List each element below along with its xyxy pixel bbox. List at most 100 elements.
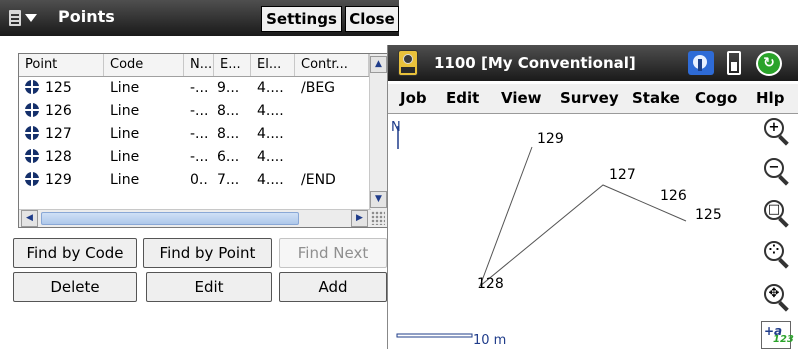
table-row[interactable]: 129 Line 0.. 7... 4.... /END bbox=[19, 169, 369, 192]
elevation-cell: 4.... bbox=[257, 103, 284, 119]
document-menu-icon[interactable] bbox=[3, 4, 53, 32]
point-label-126[interactable]: 126 bbox=[660, 188, 687, 204]
scale-bar: 10 m bbox=[396, 333, 506, 348]
table-row[interactable]: 128 Line -... 6... 4.... bbox=[19, 146, 369, 169]
easting-cell: 6... bbox=[217, 149, 240, 165]
point-cell: 127 bbox=[19, 123, 97, 146]
code-cell: Line bbox=[110, 126, 140, 142]
scroll-right-icon[interactable]: ▶ bbox=[351, 210, 368, 227]
elevation-cell: 4.... bbox=[257, 126, 284, 142]
point-labels-icon[interactable]: +a 123 bbox=[761, 321, 794, 349]
zoom-extents-icon[interactable]: □ bbox=[761, 198, 791, 228]
scroll-left-icon[interactable]: ◀ bbox=[21, 210, 38, 227]
column-header-control[interactable]: Contr... bbox=[295, 54, 369, 76]
menu-bar: Job Edit View Survey Stake Cogo Hlp bbox=[388, 84, 798, 114]
point-cell: 128 bbox=[19, 146, 97, 169]
horizontal-scrollbar[interactable]: ◀ ▶ bbox=[19, 209, 371, 227]
menu-help[interactable]: Hlp bbox=[756, 89, 784, 107]
vertical-scrollbar[interactable]: ▲ ▼ bbox=[369, 54, 387, 227]
northing-cell: -... bbox=[190, 80, 209, 96]
window-title: Points bbox=[58, 7, 115, 26]
elevation-cell: 4.... bbox=[257, 149, 284, 165]
table-header: Point Code N... E... El... Contr... bbox=[19, 54, 369, 77]
scroll-down-icon[interactable]: ▼ bbox=[370, 191, 387, 208]
menu-cogo[interactable]: Cogo bbox=[695, 89, 737, 107]
easting-cell: 8... bbox=[217, 103, 240, 119]
connection-icon[interactable] bbox=[688, 51, 714, 75]
scroll-up-icon[interactable]: ▲ bbox=[370, 56, 387, 73]
menu-stake[interactable]: Stake bbox=[632, 89, 680, 107]
map-view[interactable]: N 129 127 126 125 128 10 m + − □ ⁘ ✥ +a … bbox=[388, 114, 798, 349]
easting-cell: 7... bbox=[217, 172, 240, 188]
code-cell: Line bbox=[110, 149, 140, 165]
column-header-code[interactable]: Code bbox=[104, 54, 184, 76]
point-label-125[interactable]: 125 bbox=[695, 207, 722, 223]
north-arrow: N bbox=[391, 120, 401, 149]
easting-cell: 9... bbox=[217, 80, 240, 96]
find-by-point-button[interactable]: Find by Point bbox=[143, 238, 272, 268]
zoom-in-icon[interactable]: + bbox=[761, 116, 791, 146]
point-cell: 125 bbox=[19, 77, 97, 100]
table-row[interactable]: 125 Line -... 9... 4.... /BEG bbox=[19, 77, 369, 100]
northing-cell: -... bbox=[190, 126, 209, 142]
settings-button[interactable]: Settings bbox=[261, 6, 342, 32]
northing-cell: 0.. bbox=[190, 172, 208, 188]
control-cell bbox=[295, 123, 369, 146]
survey-line bbox=[478, 146, 687, 288]
point-cell: 129 bbox=[19, 169, 97, 192]
zoom-window-icon[interactable]: ⁘ bbox=[761, 239, 791, 269]
find-by-code-button[interactable]: Find by Code bbox=[13, 238, 137, 268]
point-icon bbox=[25, 80, 39, 94]
add-button[interactable]: Add bbox=[279, 272, 387, 302]
instrument-icon[interactable] bbox=[398, 50, 418, 76]
point-label-127[interactable]: 127 bbox=[609, 167, 636, 183]
menu-job[interactable]: Job bbox=[400, 89, 427, 107]
menu-view[interactable]: View bbox=[501, 89, 542, 107]
control-cell: /END bbox=[301, 172, 336, 188]
code-cell: Line bbox=[110, 103, 140, 119]
battery-icon[interactable] bbox=[727, 51, 741, 75]
column-header-point[interactable]: Point bbox=[19, 54, 104, 76]
northing-cell: -... bbox=[190, 149, 209, 165]
scale-label: 10 m bbox=[473, 333, 506, 348]
resize-grip-icon[interactable] bbox=[371, 211, 385, 225]
point-icon bbox=[25, 126, 39, 140]
control-cell bbox=[295, 146, 369, 169]
zoom-out-icon[interactable]: − bbox=[761, 156, 791, 186]
column-header-northing[interactable]: N... bbox=[184, 54, 214, 76]
easting-cell: 8... bbox=[217, 126, 240, 142]
north-label: N bbox=[391, 120, 401, 135]
point-cell: 126 bbox=[19, 100, 97, 123]
close-button[interactable]: Close bbox=[345, 6, 399, 32]
column-header-elevation[interactable]: El... bbox=[251, 54, 295, 76]
find-next-button[interactable]: Find Next bbox=[279, 238, 387, 268]
table-row[interactable]: 126 Line -... 8... 4.... bbox=[19, 100, 369, 123]
points-window: Points Settings Close Point Code N... E.… bbox=[0, 0, 399, 349]
job-titlebar: 1100 [My Conventional] ↻ bbox=[388, 45, 798, 81]
job-title: 1100 [My Conventional] bbox=[434, 54, 636, 72]
point-icon bbox=[25, 103, 39, 117]
job-window: 1100 [My Conventional] ↻ Job Edit View S… bbox=[387, 45, 798, 349]
column-header-easting[interactable]: E... bbox=[214, 54, 251, 76]
scroll-thumb[interactable] bbox=[41, 212, 299, 225]
code-cell: Line bbox=[110, 172, 140, 188]
point-label-128[interactable]: 128 bbox=[477, 276, 504, 292]
control-cell bbox=[295, 100, 369, 123]
edit-button[interactable]: Edit bbox=[146, 272, 272, 302]
elevation-cell: 4.... bbox=[257, 172, 284, 188]
code-cell: Line bbox=[110, 80, 140, 96]
point-label-129[interactable]: 129 bbox=[537, 131, 564, 147]
table-row[interactable]: 127 Line -... 8... 4.... bbox=[19, 123, 369, 146]
elevation-cell: 4.... bbox=[257, 80, 284, 96]
points-titlebar: Points Settings Close bbox=[0, 0, 399, 36]
control-cell: /BEG bbox=[301, 80, 336, 96]
sync-icon[interactable]: ↻ bbox=[756, 51, 782, 76]
points-table[interactable]: Point Code N... E... El... Contr... 125 … bbox=[18, 53, 388, 228]
map-canvas[interactable]: N 129 127 126 125 128 10 m bbox=[388, 114, 758, 349]
northing-cell: -... bbox=[190, 103, 209, 119]
menu-edit[interactable]: Edit bbox=[446, 89, 479, 107]
delete-button[interactable]: Delete bbox=[13, 272, 137, 302]
point-icon bbox=[25, 172, 39, 186]
pan-icon[interactable]: ✥ bbox=[761, 282, 791, 312]
menu-survey[interactable]: Survey bbox=[560, 89, 619, 107]
